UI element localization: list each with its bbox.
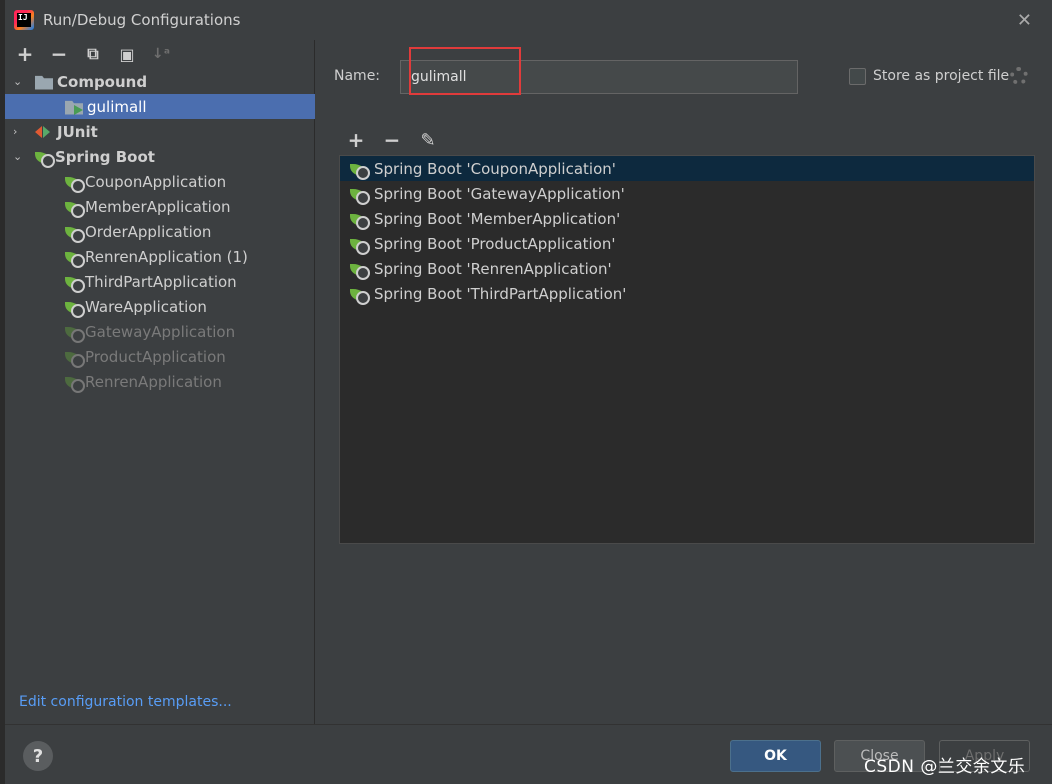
config-details-panel: Name: gulimall Store as project file + −… <box>316 40 1052 724</box>
chevron-down-icon[interactable]: ⌄ <box>13 150 25 163</box>
tree-item-label: gulimall <box>87 97 147 116</box>
config-tree-panel: + − ⧉ ▣ ↓ᵃ ⌄ Compound gulimall › JUnit ⌄ Sprin… <box>5 40 315 724</box>
spring-boot-icon <box>350 188 370 205</box>
tree-toolbar: + − ⧉ ▣ ↓ᵃ <box>5 40 314 68</box>
tree-item-label: GatewayApplication <box>85 322 236 341</box>
help-button[interactable]: ? <box>23 741 53 771</box>
store-as-project-checkbox[interactable] <box>849 68 866 85</box>
close-icon[interactable]: ✕ <box>1017 10 1032 31</box>
spring-boot-icon <box>350 163 370 180</box>
spring-boot-icon <box>350 238 370 255</box>
tree-item[interactable]: CouponApplication <box>5 169 315 194</box>
remove-icon[interactable]: − <box>49 42 69 66</box>
spring-boot-icon <box>65 326 85 343</box>
list-item[interactable]: Spring Boot 'RenrenApplication' <box>340 256 1034 281</box>
list-item[interactable]: Spring Boot 'GatewayApplication' <box>340 181 1034 206</box>
remove-config-icon[interactable]: − <box>382 128 402 152</box>
tree-item-label: ThirdPartApplication <box>85 272 237 291</box>
spring-boot-icon <box>350 288 370 305</box>
tree-item-label: ProductApplication <box>85 347 226 366</box>
list-item[interactable]: Spring Boot 'ThirdPartApplication' <box>340 281 1034 306</box>
tree-item-label: MemberApplication <box>85 197 231 216</box>
ok-button[interactable]: OK <box>730 740 821 772</box>
tree-item[interactable]: ⌄ Compound <box>5 69 315 94</box>
spring-boot-icon <box>65 226 85 243</box>
compound-config-list: Spring Boot 'CouponApplication' Spring Bo… <box>339 155 1035 544</box>
list-item[interactable]: Spring Boot 'MemberApplication' <box>340 206 1034 231</box>
config-tree: ⌄ Compound gulimall › JUnit ⌄ Spring Boot Coupo… <box>5 69 315 394</box>
tree-item[interactable]: MemberApplication <box>5 194 315 219</box>
spring-boot-icon <box>65 351 85 368</box>
watermark: CSDN @兰交余文乐 <box>864 757 1026 777</box>
tree-item-label: WareApplication <box>85 297 207 316</box>
list-item-label: Spring Boot 'MemberApplication' <box>374 209 621 228</box>
new-folder-icon[interactable]: ▣ <box>117 44 137 64</box>
tree-item-label: JUnit <box>57 122 98 141</box>
spring-boot-icon <box>65 251 85 268</box>
tree-item[interactable]: ProductApplication <box>5 344 315 369</box>
tree-item-label: Compound <box>57 72 148 91</box>
list-item-label: Spring Boot 'RenrenApplication' <box>374 259 612 278</box>
name-input[interactable]: gulimall <box>400 60 798 94</box>
gear-icon[interactable] <box>1010 67 1028 85</box>
sort-icon[interactable]: ↓ᵃ <box>151 44 171 64</box>
compound-icon <box>35 75 53 90</box>
chevron-down-icon[interactable]: ⌄ <box>13 75 25 88</box>
copy-icon[interactable]: ⧉ <box>83 44 103 64</box>
chevron-right-icon[interactable]: › <box>13 125 25 138</box>
tree-item-label: RenrenApplication (1) <box>85 247 248 266</box>
list-item-label: Spring Boot 'CouponApplication' <box>374 159 616 178</box>
list-item[interactable]: Spring Boot 'ProductApplication' <box>340 231 1034 256</box>
list-item-label: Spring Boot 'ProductApplication' <box>374 234 616 253</box>
edit-templates-link[interactable]: Edit configuration templates... <box>19 694 232 710</box>
spring-boot-icon <box>350 213 370 230</box>
tree-item[interactable]: RenrenApplication (1) <box>5 244 315 269</box>
spring-boot-icon <box>65 276 85 293</box>
add-config-icon[interactable]: + <box>346 128 366 152</box>
tree-item[interactable]: › JUnit <box>5 119 315 144</box>
name-label: Name: <box>334 68 381 84</box>
add-icon[interactable]: + <box>15 42 35 66</box>
list-item-label: Spring Boot 'GatewayApplication' <box>374 184 625 203</box>
store-as-project-label[interactable]: Store as project file <box>873 68 1009 84</box>
compound-run-icon <box>65 99 83 115</box>
intellij-app-icon: IJ <box>14 10 34 30</box>
tree-item-label: RenrenApplication <box>85 372 222 391</box>
title-bar: IJ Run/Debug Configurations ✕ <box>5 0 1052 40</box>
run-icon <box>74 104 83 115</box>
tree-item[interactable]: gulimall <box>5 94 315 119</box>
spring-boot-icon <box>350 263 370 280</box>
run-debug-dialog: IJ Run/Debug Configurations ✕ + − ⧉ ▣ ↓ᵃ… <box>0 0 1052 784</box>
tree-item-label: CouponApplication <box>85 172 227 191</box>
window-title: Run/Debug Configurations <box>43 11 241 29</box>
edit-config-icon[interactable]: ✎ <box>418 130 438 151</box>
spring-boot-icon <box>65 301 85 318</box>
junit-icon <box>35 124 53 140</box>
spring-boot-icon <box>65 376 85 393</box>
list-item[interactable]: Spring Boot 'CouponApplication' <box>340 156 1034 181</box>
tree-item-label: Spring Boot <box>55 147 155 166</box>
tree-item[interactable]: RenrenApplication <box>5 369 315 394</box>
list-toolbar: + − ✎ <box>346 128 438 152</box>
tree-item[interactable]: OrderApplication <box>5 219 315 244</box>
spring-boot-icon <box>65 201 85 218</box>
tree-item[interactable]: GatewayApplication <box>5 319 315 344</box>
tree-item[interactable]: WareApplication <box>5 294 315 319</box>
spring-boot-icon <box>35 151 55 168</box>
tree-item[interactable]: ThirdPartApplication <box>5 269 315 294</box>
spring-boot-icon <box>65 176 85 193</box>
tree-item[interactable]: ⌄ Spring Boot <box>5 144 315 169</box>
tree-item-label: OrderApplication <box>85 222 212 241</box>
list-item-label: Spring Boot 'ThirdPartApplication' <box>374 284 627 303</box>
